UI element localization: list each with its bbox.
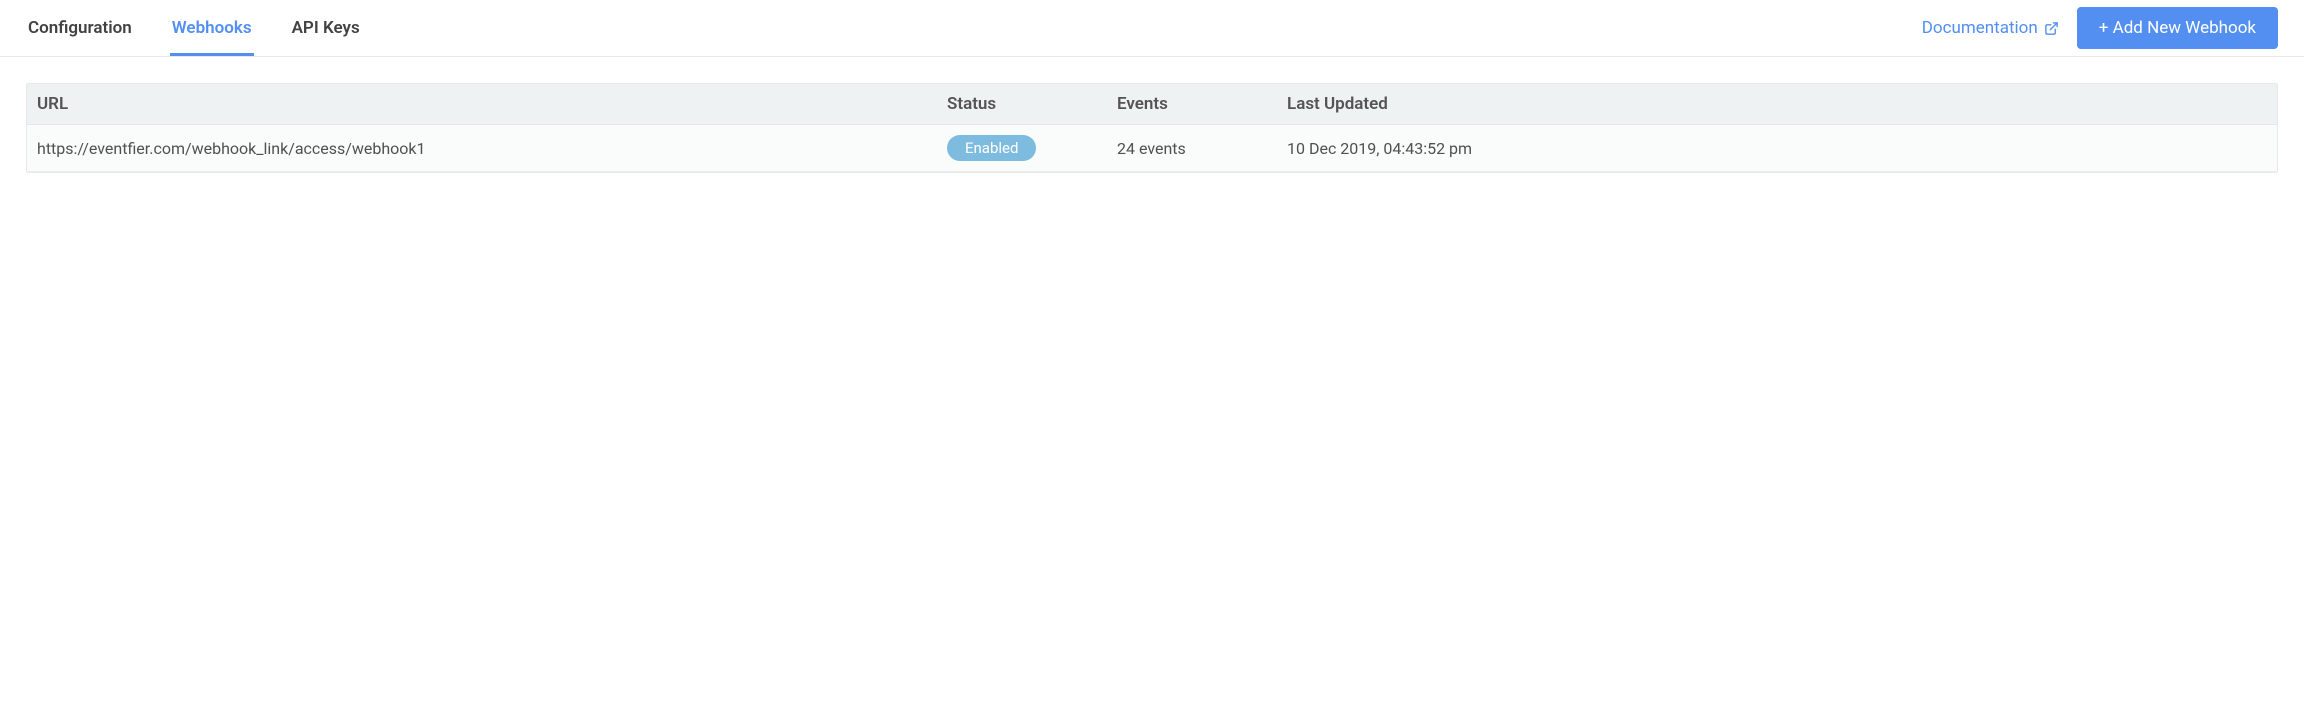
header-status: Status [937, 94, 1107, 114]
external-link-icon [2044, 21, 2059, 36]
table-row[interactable]: https://eventfier.com/webhook_link/acces… [27, 125, 2277, 172]
tab-webhooks[interactable]: Webhooks [170, 0, 254, 56]
tab-label: API Keys [292, 18, 360, 38]
header-last-updated: Last Updated [1277, 94, 2277, 114]
documentation-label: Documentation [1922, 18, 2038, 38]
webhooks-table: URL Status Events Last Updated https://e… [26, 83, 2278, 173]
tab-label: Configuration [28, 18, 132, 38]
table-header-row: URL Status Events Last Updated [27, 84, 2277, 125]
page-content: URL Status Events Last Updated https://e… [0, 57, 2304, 199]
tabs-nav: Configuration Webhooks API Keys [26, 0, 362, 56]
cell-url: https://eventfier.com/webhook_link/acces… [27, 139, 937, 158]
header-actions: Documentation + Add New Webhook [1922, 7, 2278, 49]
tab-configuration[interactable]: Configuration [26, 0, 134, 56]
documentation-link[interactable]: Documentation [1922, 18, 2059, 38]
cell-events: 24 events [1107, 139, 1277, 158]
cell-last-updated: 10 Dec 2019, 04:43:52 pm [1277, 139, 2277, 158]
tab-label: Webhooks [172, 18, 252, 38]
add-webhook-label: + Add New Webhook [2099, 18, 2256, 38]
cell-status: Enabled [937, 135, 1107, 161]
status-badge: Enabled [947, 135, 1036, 161]
header-events: Events [1107, 94, 1277, 114]
page-header: Configuration Webhooks API Keys Document… [0, 0, 2304, 57]
add-webhook-button[interactable]: + Add New Webhook [2077, 7, 2278, 49]
header-url: URL [27, 94, 937, 114]
tab-api-keys[interactable]: API Keys [290, 0, 362, 56]
